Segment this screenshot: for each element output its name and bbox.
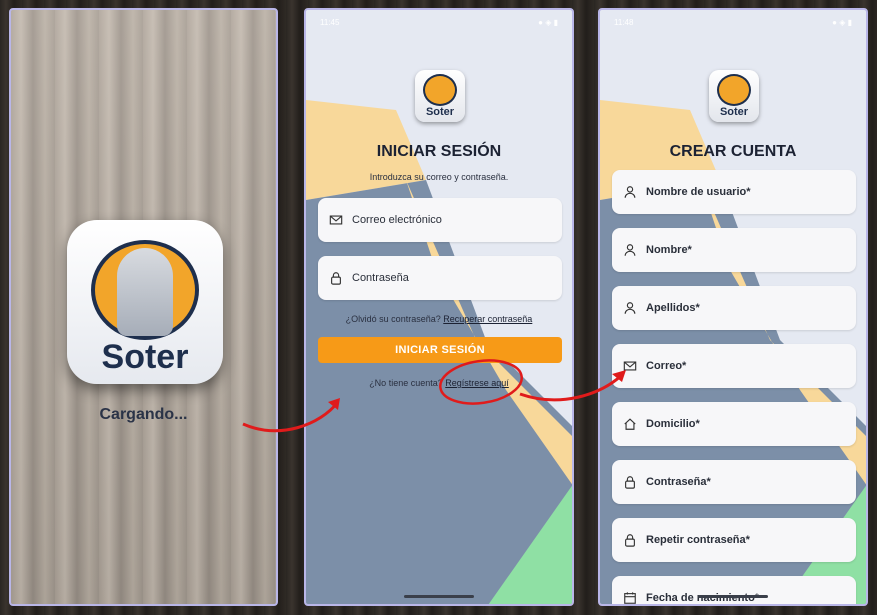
register-field[interactable]: Fecha de nacimiento*	[612, 576, 856, 604]
register-field[interactable]: Nombre de usuario*	[612, 170, 856, 214]
loading-text: Cargando...	[99, 406, 188, 423]
register-field[interactable]: Domicilio*	[612, 402, 856, 446]
login-screen: 11:45 ● ◈ ▮ Soter INICIAR SESIÓN Introdu…	[304, 8, 574, 606]
home-indicator	[404, 595, 474, 598]
login-button[interactable]: INICIAR SESIÓN	[318, 337, 562, 363]
status-time: 11:45	[320, 18, 340, 27]
status-time: 11:48	[614, 18, 634, 27]
logo-emblem	[717, 74, 751, 106]
register-screen: 11:48 ● ◈ ▮ Soter CREAR CUENTA Nombre de…	[598, 8, 868, 606]
forgot-text: ¿Olvidó su contraseña?	[345, 314, 441, 324]
logo-wordmark: Soter	[719, 106, 749, 118]
register-row: ¿No tiene cuenta? Regístrese aquí	[306, 378, 572, 388]
register-field[interactable]: Nombre*	[612, 228, 856, 272]
register-field[interactable]: Correo*	[612, 344, 856, 388]
password-field[interactable]: Contraseña	[318, 256, 562, 300]
soter-logo: Soter	[709, 70, 759, 122]
recover-password-link[interactable]: Recuperar contraseña	[443, 314, 532, 324]
logo-emblem	[423, 74, 457, 106]
home-icon	[622, 416, 638, 432]
lock-icon	[622, 474, 638, 490]
register-link[interactable]: Regístrese aquí	[445, 378, 509, 388]
mail-icon	[622, 358, 638, 374]
home-indicator	[698, 595, 768, 598]
register-field-label: Contraseña*	[646, 476, 711, 488]
status-bar: 11:45 ● ◈ ▮	[320, 18, 558, 27]
register-field-label: Correo*	[646, 360, 687, 372]
register-field[interactable]: Contraseña*	[612, 460, 856, 504]
logo-wordmark: Soter	[425, 106, 455, 118]
status-bar: 11:48 ● ◈ ▮	[614, 18, 852, 27]
mail-icon	[328, 212, 344, 228]
password-placeholder: Contraseña	[352, 272, 409, 284]
register-field-label: Fecha de nacimiento*	[646, 592, 760, 604]
soter-logo: Soter	[415, 70, 465, 122]
lock-icon	[328, 270, 344, 286]
status-icons: ● ◈ ▮	[832, 18, 852, 27]
register-field[interactable]: Repetir contraseña*	[612, 518, 856, 562]
calendar-icon	[622, 590, 638, 604]
email-placeholder: Correo electrónico	[352, 214, 442, 226]
register-field[interactable]: Apellidos*	[612, 286, 856, 330]
register-field-label: Apellidos*	[646, 302, 700, 314]
register-title: CREAR CUENTA	[669, 143, 797, 160]
user-icon	[622, 184, 638, 200]
logo-wordmark: Soter	[101, 338, 189, 376]
register-field-label: Nombre*	[646, 244, 692, 256]
email-field[interactable]: Correo electrónico	[318, 198, 562, 242]
user-icon	[622, 300, 638, 316]
register-field-label: Repetir contraseña*	[646, 534, 750, 546]
register-field-label: Nombre de usuario*	[646, 186, 751, 198]
login-subtitle: Introduzca su correo y contraseña.	[369, 172, 509, 182]
soter-app-logo: Soter	[67, 220, 223, 384]
statue-figure-icon	[117, 248, 173, 336]
forgot-password-row: ¿Olvidó su contraseña? Recuperar contras…	[306, 314, 572, 324]
user-icon	[622, 242, 638, 258]
status-icons: ● ◈ ▮	[538, 18, 558, 27]
login-title: INICIAR SESIÓN	[376, 143, 502, 160]
splash-screen: Soter Cargando...	[9, 8, 278, 606]
register-field-label: Domicilio*	[646, 418, 700, 430]
lock-icon	[622, 532, 638, 548]
no-account-text: ¿No tiene cuenta?	[369, 378, 443, 388]
